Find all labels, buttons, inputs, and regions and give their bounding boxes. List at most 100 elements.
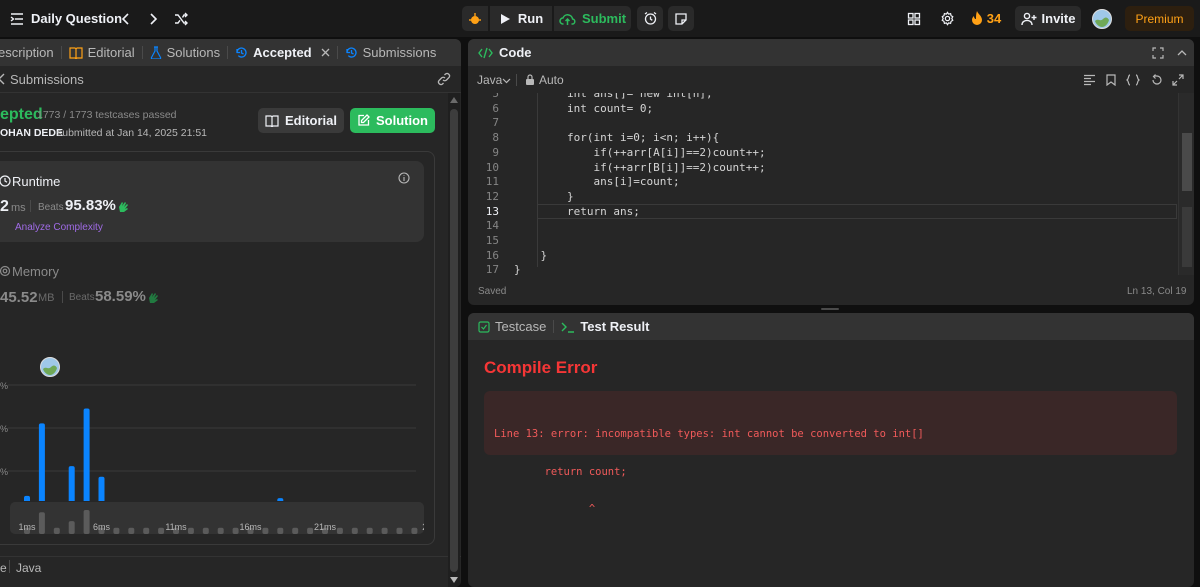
mini-chart-bar: [217, 527, 224, 534]
mini-x-tick-label: 21ms: [314, 522, 337, 532]
chart-range-overview[interactable]: 1ms 6ms 11ms 16ms 21ms 29ms: [10, 502, 424, 534]
tab-testcase[interactable]: Testcase: [478, 319, 546, 334]
chart-bar[interactable]: [24, 495, 30, 501]
avatar[interactable]: [1091, 6, 1113, 31]
y-tick-label: 0%: [0, 424, 8, 434]
code-line[interactable]: 11 ans[i]=count;: [468, 175, 1194, 190]
invite-button[interactable]: Invite: [1015, 6, 1081, 31]
editorial-button-label: Editorial: [284, 113, 337, 128]
chart-bar[interactable]: [68, 466, 75, 501]
tab-description[interactable]: escription: [0, 45, 54, 60]
submitter-name[interactable]: OHAN DEDE: [0, 127, 63, 139]
code-line[interactable]: 7: [468, 116, 1194, 131]
runtime-distribution-chart[interactable]: 0%0%0%0% 1ms6ms11ms16ms21ms29ms: [0, 341, 422, 501]
code-line[interactable]: 16 }: [468, 249, 1194, 264]
memory-chip-icon: [0, 265, 11, 277]
debug-icon[interactable]: [462, 6, 488, 31]
divider: [62, 291, 63, 303]
chevron-down-icon[interactable]: [502, 78, 511, 84]
editor-scrollbar-thumb[interactable]: [1182, 133, 1192, 191]
line-number: 15: [485, 234, 499, 247]
panel-resize-handle[interactable]: [821, 308, 839, 310]
chart-bar[interactable]: [277, 498, 284, 501]
fullscreen-icon[interactable]: [1172, 74, 1184, 86]
code-line[interactable]: 8 for(int i=0; i<n; i++){: [468, 131, 1194, 146]
close-tab-icon[interactable]: [321, 48, 330, 57]
line-code: int ans[]= new int[n];: [514, 93, 713, 100]
collapse-chevron-icon[interactable]: [1177, 50, 1187, 56]
next-question-icon[interactable]: [143, 6, 163, 31]
result-tab-bar: Testcase Test Result: [468, 313, 1194, 340]
code-editor[interactable]: 5 int ans[]= new int[n]; 6 int count= 0; 7…: [468, 93, 1194, 275]
chart-bar[interactable]: [83, 408, 90, 501]
mini-chart-bar: [202, 527, 209, 534]
tab-divider: [60, 46, 62, 59]
bookmark-icon[interactable]: [1106, 74, 1116, 86]
problem-list-icon[interactable]: [8, 6, 26, 31]
editorial-button[interactable]: Editorial: [258, 108, 344, 133]
braces-icon[interactable]: [1126, 74, 1140, 86]
settings-gear-icon[interactable]: [937, 6, 957, 31]
cursor-position: Ln 13, Col 19: [1127, 286, 1187, 297]
your-submission-marker-avatar[interactable]: [40, 357, 60, 377]
tab-solutions[interactable]: Solutions: [150, 45, 220, 60]
runtime-label: Runtime: [12, 174, 61, 189]
streak-counter[interactable]: 34: [966, 6, 1006, 31]
line-number: 5: [492, 93, 499, 100]
analyze-complexity-link[interactable]: Analyze Complexity: [15, 222, 103, 233]
line-code: }: [514, 263, 521, 275]
scroll-down-icon[interactable]: [450, 577, 458, 583]
maximize-icon[interactable]: [1152, 47, 1164, 59]
problem-list-title[interactable]: Daily Question: [31, 11, 122, 26]
line-number: 17: [485, 263, 499, 275]
memory-label[interactable]: Memory: [12, 264, 59, 279]
code-line[interactable]: 6 int count= 0;: [468, 102, 1194, 117]
code-line[interactable]: 13 return ans;: [468, 205, 1194, 220]
code-line[interactable]: 12 }: [468, 190, 1194, 205]
solution-button[interactable]: Solution: [350, 108, 435, 133]
book-icon: [69, 46, 83, 59]
code-line[interactable]: 15: [468, 234, 1194, 249]
top-bar: Daily Question Run Submit 34 Invite Prem…: [0, 0, 1200, 37]
submit-button[interactable]: Submit: [554, 6, 631, 31]
streak-count: 34: [986, 11, 1002, 26]
reset-icon[interactable]: [1151, 74, 1163, 86]
panel-scrollbar[interactable]: [448, 93, 460, 587]
code-line[interactable]: 10 if(++arr[B[i]]==2)count++;: [468, 161, 1194, 176]
line-number: 10: [485, 160, 499, 174]
code-line[interactable]: 9 if(++arr[A[i]]==2)count++;: [468, 146, 1194, 161]
editor-scrollbar[interactable]: [1178, 93, 1194, 275]
tab-divider: [141, 46, 143, 59]
layout-grid-icon[interactable]: [904, 6, 924, 31]
mini-chart-bar: [38, 512, 45, 534]
autocomplete-mode[interactable]: Auto: [539, 73, 564, 87]
line-number: 14: [485, 219, 499, 233]
note-icon[interactable]: [668, 6, 694, 31]
tab-editorial[interactable]: Editorial: [69, 45, 135, 60]
back-arrow-icon[interactable]: [0, 73, 6, 85]
info-icon[interactable]: [398, 172, 410, 184]
run-button[interactable]: Run: [490, 6, 552, 31]
code-line[interactable]: 5 int ans[]= new int[n];: [468, 93, 1194, 102]
tab-accepted[interactable]: Accepted: [235, 45, 330, 60]
premium-button[interactable]: Premium: [1125, 6, 1194, 31]
link-icon[interactable]: [437, 72, 451, 86]
alarm-clock-icon[interactable]: [637, 6, 663, 31]
submit-label: Submit: [581, 11, 627, 26]
code-line[interactable]: 17}: [468, 263, 1194, 275]
tab-test-result[interactable]: Test Result: [561, 319, 649, 334]
chart-bar[interactable]: [98, 476, 105, 501]
chart-bar[interactable]: [38, 423, 45, 501]
add-user-icon: [1020, 12, 1037, 25]
format-align-icon[interactable]: [1083, 74, 1096, 86]
prev-question-icon[interactable]: [116, 6, 136, 31]
mini-x-tick-label: 11ms: [165, 522, 187, 532]
tab-label: Solutions: [166, 45, 221, 60]
scrollbar-thumb[interactable]: [450, 109, 458, 572]
code-line[interactable]: 14: [468, 219, 1194, 234]
tab-submissions[interactable]: Submissions: [345, 45, 436, 60]
scroll-up-icon[interactable]: [450, 97, 458, 103]
language-select[interactable]: Java: [477, 73, 502, 87]
runtime-card[interactable]: Runtime 2 ms Beats 95.83% Analyze Comple…: [0, 161, 424, 242]
shuffle-icon[interactable]: [170, 6, 192, 31]
